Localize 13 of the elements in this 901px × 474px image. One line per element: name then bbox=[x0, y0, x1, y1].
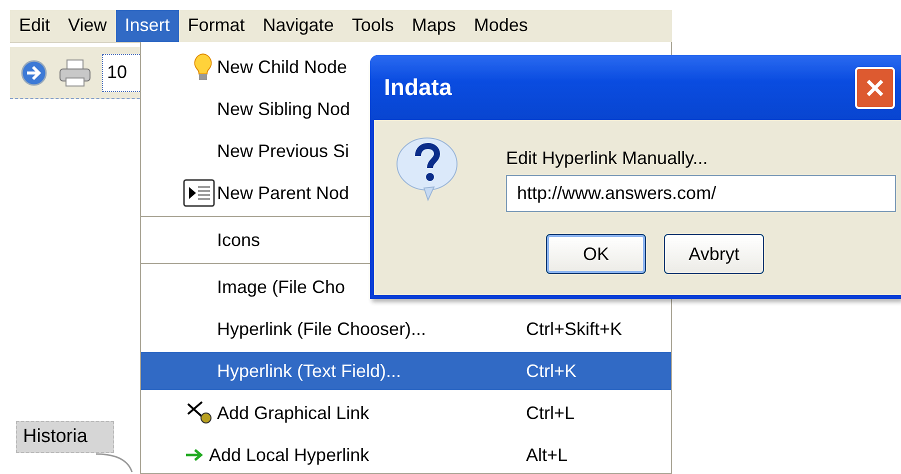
window-title: Indata bbox=[384, 74, 452, 101]
menu-item-label: Hyperlink (File Chooser)... bbox=[217, 318, 428, 340]
dialog-message: Edit Hyperlink Manually... bbox=[506, 147, 709, 169]
menu-item-label: New Sibling Nod bbox=[217, 98, 352, 120]
menu-item-label: Hyperlink (Text Field)... bbox=[217, 360, 402, 382]
shortcut-label: Ctrl+L bbox=[526, 402, 575, 424]
shortcut-label: Ctrl+K bbox=[526, 360, 577, 382]
shortcut-label: Alt+L bbox=[526, 444, 568, 466]
menu-item-label: Image (File Cho bbox=[217, 276, 346, 298]
menu-item-label: Add Local Hyperlink bbox=[209, 444, 370, 466]
shortcut-label: Ctrl+Skift+K bbox=[526, 318, 622, 340]
menu-item-label: New Child Node bbox=[217, 56, 348, 78]
menu-item-label: Add Graphical Link bbox=[217, 402, 370, 424]
